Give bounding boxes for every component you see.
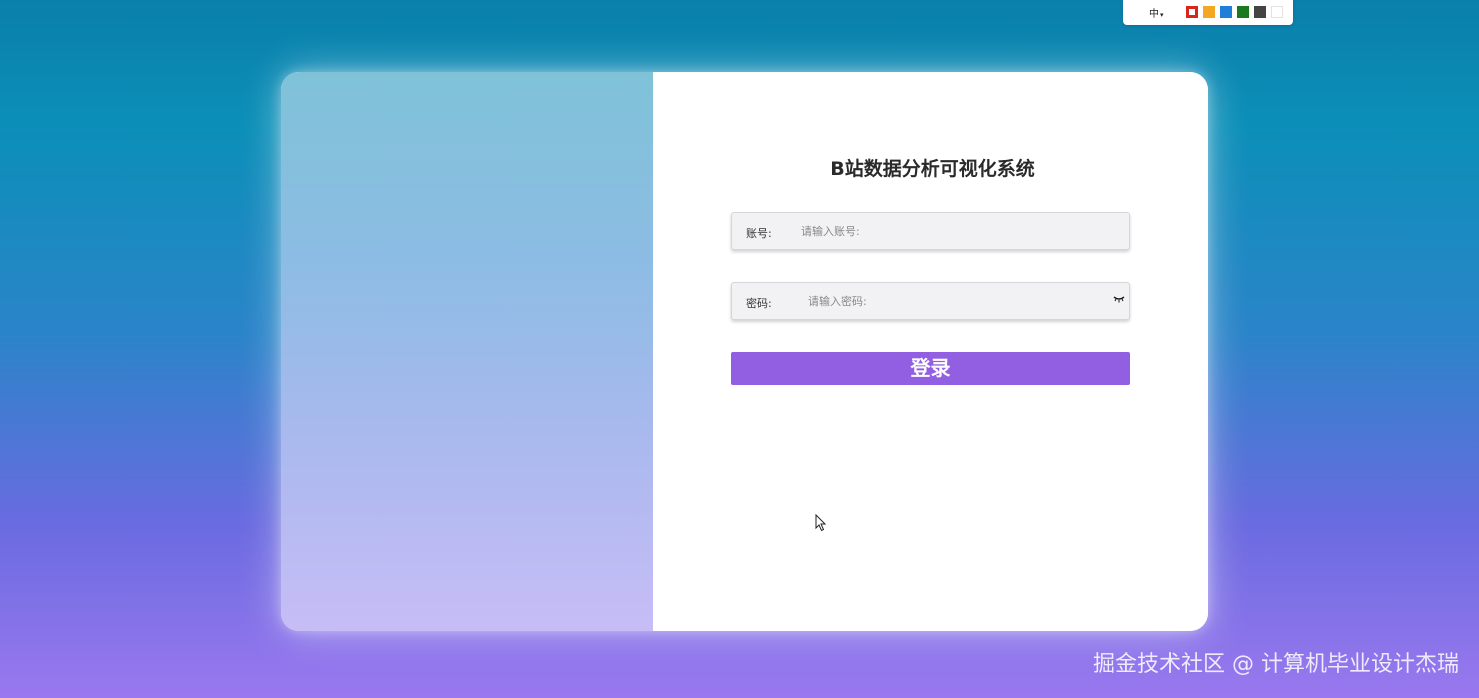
account-field: 账号: — [731, 212, 1130, 250]
theme-swatch-white[interactable] — [1271, 6, 1283, 18]
account-label: 账号: — [746, 227, 772, 240]
theme-swatch-dark-gray[interactable] — [1254, 6, 1266, 18]
theme-swatch-green[interactable] — [1237, 6, 1249, 18]
decorative-panel — [281, 72, 653, 631]
watermark-text: 掘金技术社区 @ 计算机毕业设计杰瑞 — [1093, 652, 1459, 677]
mouse-cursor-icon — [815, 514, 827, 532]
theme-swatch-blue[interactable] — [1220, 6, 1232, 18]
language-switch[interactable]: 中▾ — [1149, 5, 1164, 20]
language-label: 中 — [1149, 9, 1159, 20]
theme-swatch-orange[interactable] — [1203, 6, 1215, 18]
login-button[interactable]: 登录 — [731, 352, 1130, 385]
password-field: 密码: — [731, 282, 1130, 320]
login-form-panel: B站数据分析可视化系统 账号: 密码: 登录 — [653, 72, 1208, 631]
login-card: B站数据分析可视化系统 账号: 密码: 登录 — [281, 72, 1208, 631]
theme-swatches — [1186, 6, 1283, 18]
theme-toolbar: 中▾ — [1123, 0, 1293, 25]
password-input[interactable] — [808, 289, 1108, 313]
password-label: 密码: — [746, 297, 772, 310]
page-title: B站数据分析可视化系统 — [830, 158, 1035, 180]
chevron-down-icon: ▾ — [1160, 11, 1164, 19]
eye-closed-icon[interactable] — [1113, 295, 1125, 303]
account-input[interactable] — [801, 219, 1101, 243]
theme-swatch-red[interactable] — [1186, 6, 1198, 18]
